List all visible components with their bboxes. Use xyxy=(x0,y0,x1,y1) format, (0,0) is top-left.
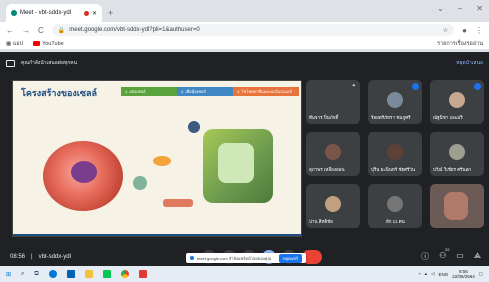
address-bar[interactable]: 🔒 meet.google.com/vbt-sddx-ydl?pli=1&aut… xyxy=(51,24,455,36)
meeting-time: 08:56 xyxy=(10,254,26,260)
chrome-icon[interactable] xyxy=(120,270,129,278)
participant-tile[interactable]: ปาน สิทธิชัย xyxy=(306,184,360,228)
close-window-button[interactable]: ✕ xyxy=(476,4,483,13)
avatar xyxy=(325,144,341,160)
people-icon[interactable]: 22 ⚇ xyxy=(439,247,449,262)
meet-favicon-icon xyxy=(11,10,17,16)
network-icon[interactable]: ▴ xyxy=(425,271,427,277)
participant-tile[interactable]: ร้อยตรีภัทรา ชมภูศรี xyxy=(368,80,422,124)
youtube-icon xyxy=(33,40,41,46)
browser-chrome: Meet - vbt-sddx-ydl ✕ + ⌄ – ✕ ← → C 🔒 me… xyxy=(0,0,489,52)
avatar xyxy=(387,92,403,108)
vacuole-image xyxy=(218,143,254,183)
avatar xyxy=(325,196,341,212)
organelle-image xyxy=(153,156,171,166)
file-explorer-icon[interactable] xyxy=(84,270,93,278)
meeting-code[interactable]: vbt-sddx-ydl xyxy=(39,254,71,260)
avatar xyxy=(449,144,465,160)
stop-presenting-link[interactable]: หยุดนำเสนอ xyxy=(456,59,483,67)
notifications-icon[interactable]: ▢ xyxy=(479,271,483,277)
lock-icon: 🔒 xyxy=(57,27,66,34)
participant-grid: ✦ ทีมจาร ปิ่นภักดิ์ ร้อยตรีภัทรา ชมภูศรี… xyxy=(306,80,484,230)
avatar xyxy=(449,92,465,108)
shared-slide: โครงสร้างของเซลล์ 1. ผนังเซลล์ 2. เยื่อห… xyxy=(12,80,302,237)
meet-area: คุณกำลังนำเสนอต่อทุกคน หยุดนำเสนอ โครงสร… xyxy=(0,52,489,266)
speaking-indicator-icon xyxy=(412,83,419,90)
forward-button[interactable]: → xyxy=(22,26,30,35)
participant-tile[interactable]: ปวีณ์ วิเชียร ศรีนอก xyxy=(430,132,484,176)
slide-banner-1: 1. ผนังเซลล์ xyxy=(121,87,177,96)
language-indicator[interactable]: ENG xyxy=(438,272,448,277)
edge-icon[interactable] xyxy=(48,270,57,278)
organelle-image xyxy=(188,121,200,133)
profile-icon[interactable]: ● xyxy=(462,26,467,35)
store-icon[interactable] xyxy=(66,270,75,278)
tray-chevron-icon[interactable]: ^ xyxy=(419,272,421,277)
reading-list[interactable]: รายการเรื่องรออ่าน xyxy=(437,40,483,48)
start-button[interactable]: ⊞ xyxy=(6,271,11,278)
clock[interactable]: 8:56 22/06/2564 xyxy=(452,269,475,279)
back-button[interactable]: ← xyxy=(6,26,14,35)
presenting-text: คุณกำลังนำเสนอต่อทุกคน xyxy=(21,60,78,66)
share-indicator-icon xyxy=(190,256,194,260)
slide-banner-2: 2. เยื่อหุ้มเซลล์ xyxy=(177,87,233,96)
divider: | xyxy=(31,254,33,260)
activities-icon[interactable]: ⟁ xyxy=(474,251,481,262)
more-participants-tile[interactable]: อีก 11 คน xyxy=(368,184,422,228)
apps-grid-icon: ▦ xyxy=(6,40,13,47)
slide-banner-3: 3. ไซโทพลาซึมและออร์แกเนลล์ xyxy=(233,87,299,96)
organelle-image xyxy=(163,199,193,207)
url-text: meet.google.com/vbt-sddx-ydl?pli=1&authu… xyxy=(69,27,200,33)
bookmark-youtube[interactable]: YouTube xyxy=(33,41,64,47)
system-tray: ^ ▴ ◁ ENG 8:56 22/06/2564 ▢ xyxy=(419,269,483,279)
volume-icon[interactable]: ◁ xyxy=(431,271,434,277)
nucleus-image xyxy=(71,161,97,183)
clock-date: 22/06/2564 xyxy=(452,274,475,279)
tab-title: Meet - vbt-sddx-ydl xyxy=(20,10,72,16)
screen-share-popup: meet.google.com กำลังแชร์หน้าจอของคุณ หย… xyxy=(186,253,306,263)
share-popup-text: meet.google.com กำลังแชร์หน้าจอของคุณ xyxy=(197,255,272,261)
participant-tile[interactable]: ✦ ทีมจาร ปิ่นภักดิ์ xyxy=(306,80,360,124)
windows-taskbar: ⊞ ⌕ ⧉ ^ ▴ ◁ ENG 8:56 22/06/2564 ▢ xyxy=(0,266,489,282)
tab-close-icon[interactable]: ✕ xyxy=(92,10,97,17)
search-icon[interactable]: ⌕ xyxy=(21,271,24,278)
meeting-side-controls: ⓘ 22 ⚇ ▭ ⟁ xyxy=(421,247,481,262)
stop-sharing-button[interactable]: หยุดแชร์ xyxy=(278,253,302,263)
self-view-tile[interactable] xyxy=(430,184,484,228)
participant-tile[interactable]: ปุริน ยะนินทร์ ชัยศรีวัน xyxy=(368,132,422,176)
task-view-icon[interactable]: ⧉ xyxy=(34,271,38,278)
slide-title: โครงสร้างของเซลล์ xyxy=(21,88,98,98)
participant-tile[interactable]: สุภาพร เหลืองอ่อน xyxy=(306,132,360,176)
new-tab-button[interactable]: + xyxy=(108,4,113,22)
tab-search-icon[interactable]: ⌄ xyxy=(437,4,444,13)
avatar xyxy=(387,196,403,212)
bookmarks-bar: ▦ แอป YouTube รายการเรื่องรออ่าน xyxy=(0,38,489,50)
speaking-indicator-icon xyxy=(474,83,481,90)
info-icon[interactable]: ⓘ xyxy=(421,251,429,262)
star-icon[interactable]: ☆ xyxy=(443,27,448,34)
slide-progress-bar xyxy=(13,234,301,236)
menu-icon[interactable]: ⋮ xyxy=(475,26,483,35)
line-icon[interactable] xyxy=(102,270,111,278)
bookmark-apps[interactable]: ▦ แอป xyxy=(6,40,23,48)
pin-icon[interactable]: ✦ xyxy=(352,83,356,89)
recording-icon xyxy=(83,10,89,16)
people-count-badge: 22 xyxy=(445,247,450,252)
organelle-image xyxy=(133,176,147,190)
window-controls: ⌄ – ✕ xyxy=(437,4,483,13)
present-screen-icon xyxy=(6,59,15,67)
app-icon[interactable] xyxy=(138,270,147,278)
participant-tile[interactable]: ณัฐนิชา เมฆปริ xyxy=(430,80,484,124)
avatar xyxy=(387,144,403,160)
browser-toolbar: ← → C 🔒 meet.google.com/vbt-sddx-ydl?pli… xyxy=(0,22,489,38)
minimize-button[interactable]: – xyxy=(458,4,462,13)
tab-strip: Meet - vbt-sddx-ydl ✕ + xyxy=(0,0,489,22)
presenting-bar: คุณกำลังนำเสนอต่อทุกคน หยุดนำเสนอ xyxy=(6,56,483,70)
tab-meet[interactable]: Meet - vbt-sddx-ydl ✕ xyxy=(6,4,102,22)
chat-icon[interactable]: ▭ xyxy=(456,251,464,262)
self-video xyxy=(444,192,468,220)
reload-button[interactable]: C xyxy=(38,26,44,35)
